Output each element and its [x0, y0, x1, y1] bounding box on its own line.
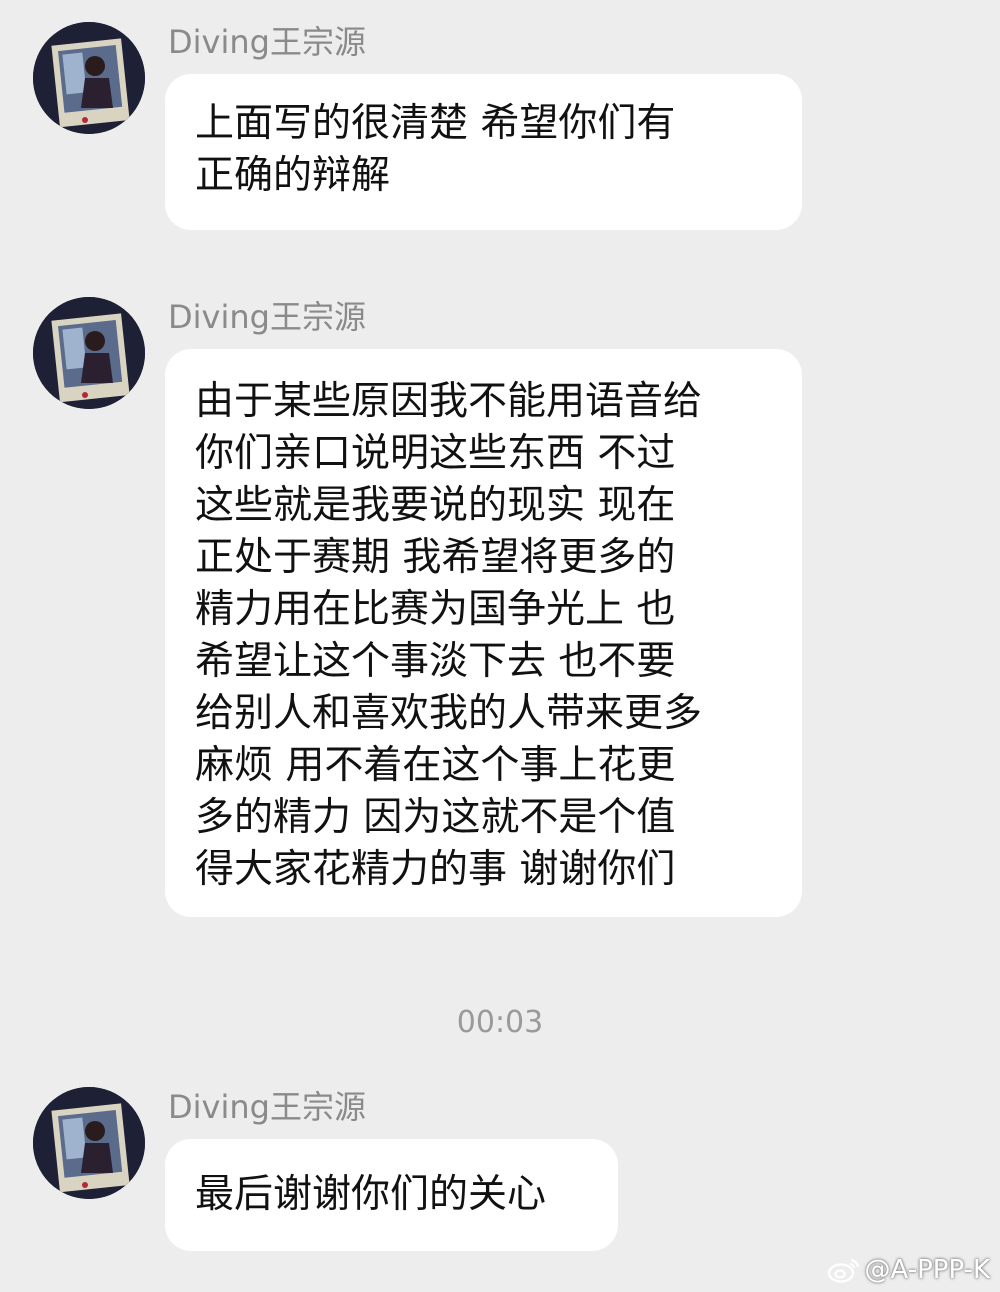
sender-name: Diving王宗源	[168, 1088, 366, 1126]
sender-avatar[interactable]	[33, 22, 145, 134]
message-bubble[interactable]: 上面写的很清楚 希望你们有 正确的辩解	[165, 74, 802, 230]
avatar-photo-icon	[33, 1087, 145, 1199]
message-bubble[interactable]: 由于某些原因我不能用语音给 你们亲口说明这些东西 不过 这些就是我要说的现实 现…	[165, 349, 802, 917]
message-bubble[interactable]: 最后谢谢你们的关心	[165, 1139, 618, 1251]
sender-name: Diving王宗源	[168, 23, 366, 61]
weibo-logo-icon	[827, 1258, 859, 1283]
sender-avatar[interactable]	[33, 297, 145, 409]
avatar-photo-icon	[33, 22, 145, 134]
sender-name: Diving王宗源	[168, 298, 366, 336]
watermark-handle: @A-PPP-K	[864, 1255, 991, 1285]
sender-avatar[interactable]	[33, 1087, 145, 1199]
avatar-photo-icon	[33, 297, 145, 409]
watermark: @A-PPP-K	[827, 1254, 991, 1286]
chat-timestamp: 00:03	[456, 1005, 544, 1040]
